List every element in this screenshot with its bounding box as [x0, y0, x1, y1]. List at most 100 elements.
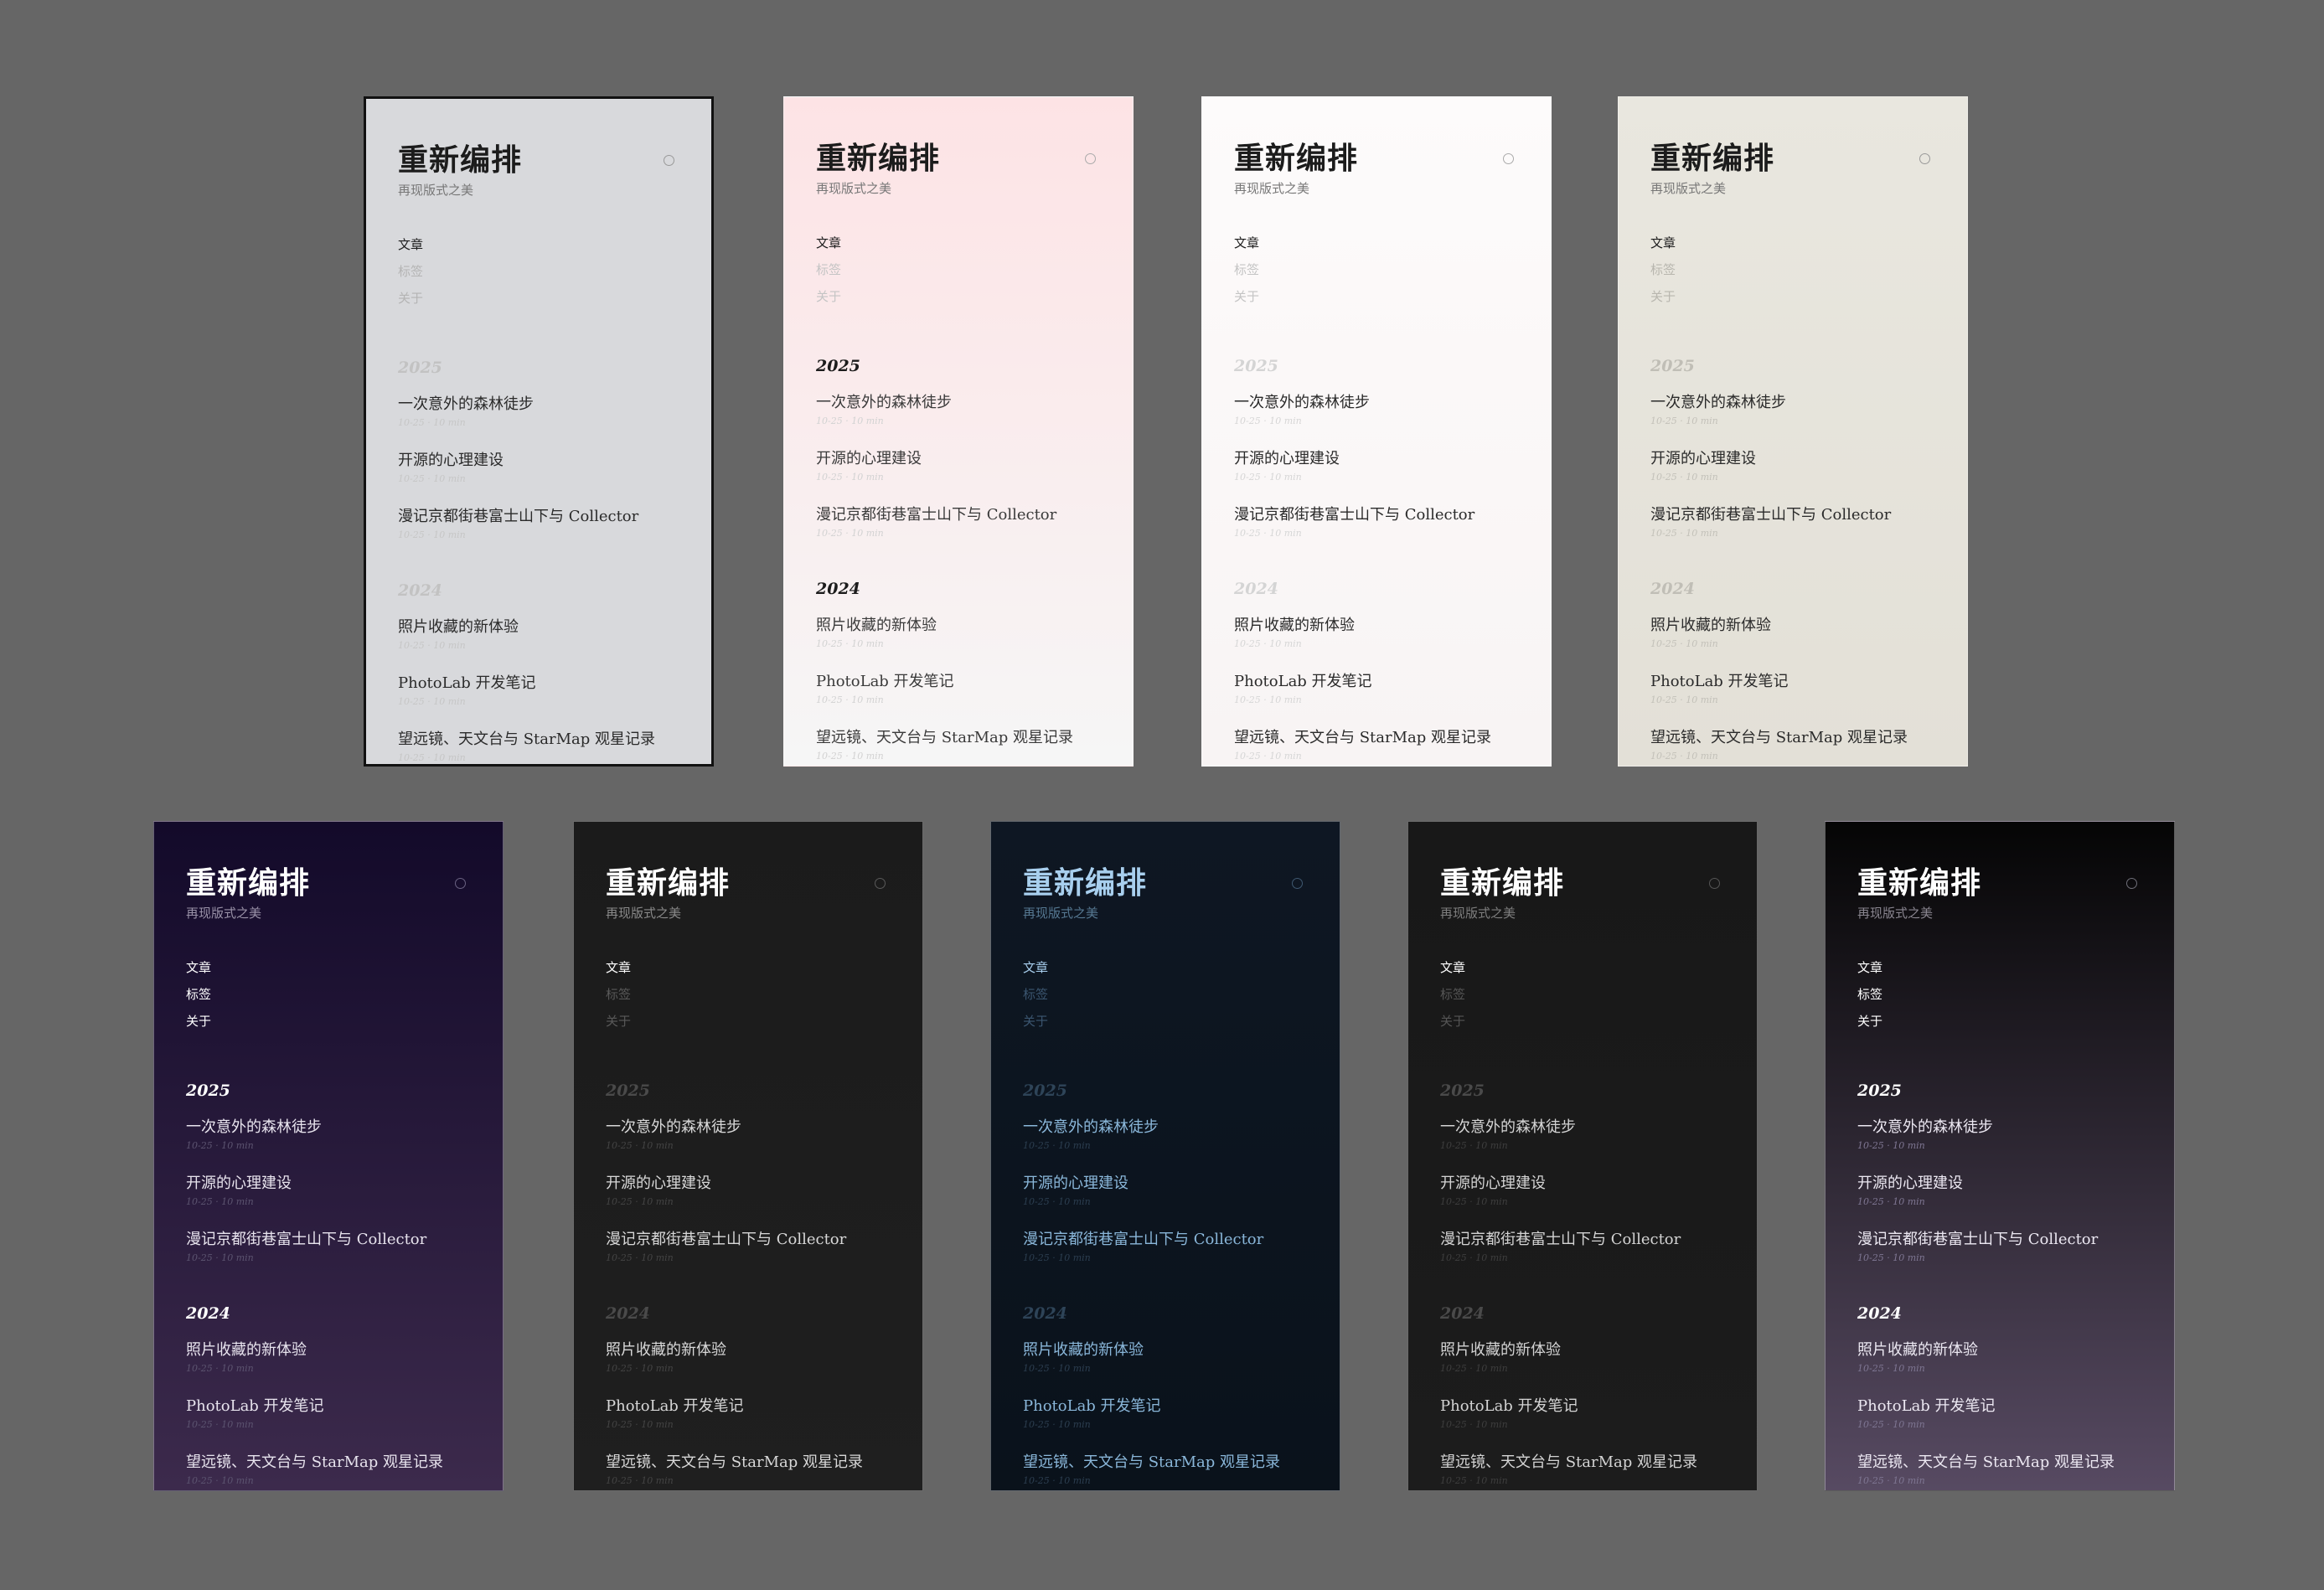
nav-item-articles[interactable]: 文章 — [1440, 954, 1465, 981]
post-title[interactable]: 一次意外的森林徒步 — [398, 392, 679, 414]
post-title[interactable]: 照片收藏的新体验 — [1023, 1338, 1308, 1360]
post-title[interactable]: 开源的心理建设 — [398, 448, 679, 470]
nav-item-articles[interactable]: 文章 — [186, 954, 211, 981]
post-item[interactable]: PhotoLab 开发笔记 10-25 · 10 min — [1857, 1394, 2142, 1430]
post-item[interactable]: 望远镜、天文台与 StarMap 观星记录 10-25 · 10 min — [1857, 1450, 2142, 1486]
post-item[interactable]: 漫记京都街巷富士山下与 Collector 10-25 · 10 min — [186, 1227, 471, 1263]
post-item[interactable]: 照片收藏的新体验 10-25 · 10 min — [1857, 1338, 2142, 1374]
post-item[interactable]: 望远镜、天文台与 StarMap 观星记录 10-25 · 10 min — [186, 1450, 471, 1486]
nav-item-tags[interactable]: 标签 — [606, 981, 631, 1008]
post-title[interactable]: 开源的心理建设 — [186, 1171, 471, 1193]
nav-item-about[interactable]: 关于 — [1023, 1008, 1048, 1035]
post-title[interactable]: 漫记京都街巷富士山下与 Collector — [1440, 1227, 1725, 1249]
post-item[interactable]: 望远镜、天文台与 StarMap 观星记录 10-25 · 10 min — [1234, 725, 1519, 761]
post-item[interactable]: 开源的心理建设 10-25 · 10 min — [816, 447, 1101, 483]
theme-card-navy[interactable]: 重新编排 再现版式之美 文章 标签 关于 2025 一次意外的森林徒步 10-2… — [990, 821, 1340, 1491]
post-item[interactable]: 开源的心理建设 10-25 · 10 min — [1234, 447, 1519, 483]
post-title[interactable]: 漫记京都街巷富士山下与 Collector — [1234, 503, 1519, 524]
nav-item-about[interactable]: 关于 — [816, 283, 841, 310]
post-title[interactable]: PhotoLab 开发笔记 — [1857, 1394, 2142, 1416]
post-title[interactable]: 望远镜、天文台与 StarMap 观星记录 — [606, 1450, 891, 1472]
theme-card-purple[interactable]: 重新编排 再现版式之美 文章 标签 关于 2025 一次意外的森林徒步 10-2… — [153, 821, 504, 1491]
post-item[interactable]: 一次意外的森林徒步 10-25 · 10 min — [398, 392, 679, 428]
theme-card-beige[interactable]: 重新编排 再现版式之美 文章 标签 关于 2025 一次意外的森林徒步 10-2… — [1618, 96, 1968, 767]
post-title[interactable]: 望远镜、天文台与 StarMap 观星记录 — [816, 725, 1101, 747]
post-title[interactable]: 一次意外的森林徒步 — [186, 1115, 471, 1137]
post-title[interactable]: 漫记京都街巷富士山下与 Collector — [606, 1227, 891, 1249]
site-title[interactable]: 重新编排 — [816, 134, 940, 178]
theme-card-dusk[interactable]: 重新编排 再现版式之美 文章 标签 关于 2025 一次意外的森林徒步 10-2… — [1825, 821, 2175, 1491]
post-item[interactable]: 照片收藏的新体验 10-25 · 10 min — [186, 1338, 471, 1374]
post-title[interactable]: 照片收藏的新体验 — [1857, 1338, 2142, 1360]
post-title[interactable]: PhotoLab 开发笔记 — [1440, 1394, 1725, 1416]
nav-item-tags[interactable]: 标签 — [1650, 256, 1676, 283]
post-item[interactable]: 漫记京都街巷富士山下与 Collector 10-25 · 10 min — [816, 503, 1101, 539]
nav-item-articles[interactable]: 文章 — [1857, 954, 1882, 981]
post-title[interactable]: 开源的心理建设 — [1234, 447, 1519, 468]
nav-item-articles[interactable]: 文章 — [398, 231, 423, 258]
post-title[interactable]: 照片收藏的新体验 — [1234, 613, 1519, 635]
post-title[interactable]: 一次意外的森林徒步 — [1023, 1115, 1308, 1137]
post-title[interactable]: 开源的心理建设 — [1023, 1171, 1308, 1193]
post-item[interactable]: 照片收藏的新体验 10-25 · 10 min — [606, 1338, 891, 1374]
site-title[interactable]: 重新编排 — [1857, 859, 1981, 902]
post-title[interactable]: 望远镜、天文台与 StarMap 观星记录 — [1857, 1450, 2142, 1472]
theme-toggle-icon[interactable] — [1919, 153, 1930, 164]
post-title[interactable]: 望远镜、天文台与 StarMap 观星记录 — [1440, 1450, 1725, 1472]
post-title[interactable]: 照片收藏的新体验 — [816, 613, 1101, 635]
post-item[interactable]: 一次意外的森林徒步 10-25 · 10 min — [1857, 1115, 2142, 1151]
post-title[interactable]: PhotoLab 开发笔记 — [1023, 1394, 1308, 1416]
post-item[interactable]: 漫记京都街巷富士山下与 Collector 10-25 · 10 min — [606, 1227, 891, 1263]
post-title[interactable]: 一次意外的森林徒步 — [816, 390, 1101, 412]
site-title[interactable]: 重新编排 — [1440, 859, 1564, 902]
nav-item-articles[interactable]: 文章 — [816, 230, 841, 256]
nav-item-about[interactable]: 关于 — [186, 1008, 211, 1035]
theme-toggle-icon[interactable] — [1085, 153, 1096, 164]
post-title[interactable]: 漫记京都街巷富士山下与 Collector — [1857, 1227, 2142, 1249]
post-title[interactable]: 望远镜、天文台与 StarMap 观星记录 — [1234, 725, 1519, 747]
post-title[interactable]: 漫记京都街巷富士山下与 Collector — [398, 504, 679, 526]
theme-toggle-icon[interactable] — [664, 155, 674, 166]
post-title[interactable]: 望远镜、天文台与 StarMap 观星记录 — [186, 1450, 471, 1472]
post-item[interactable]: 望远镜、天文台与 StarMap 观星记录 10-25 · 10 min — [398, 727, 679, 763]
post-title[interactable]: 漫记京都街巷富士山下与 Collector — [816, 503, 1101, 524]
nav-item-tags[interactable]: 标签 — [398, 258, 423, 285]
post-title[interactable]: PhotoLab 开发笔记 — [398, 671, 679, 693]
post-item[interactable]: 开源的心理建设 10-25 · 10 min — [1650, 447, 1935, 483]
post-title[interactable]: 望远镜、天文台与 StarMap 观星记录 — [1023, 1450, 1308, 1472]
post-item[interactable]: 望远镜、天文台与 StarMap 观星记录 10-25 · 10 min — [1440, 1450, 1725, 1486]
theme-card-white[interactable]: 重新编排 再现版式之美 文章 标签 关于 2025 一次意外的森林徒步 10-2… — [1201, 96, 1552, 767]
post-title[interactable]: 照片收藏的新体验 — [186, 1338, 471, 1360]
theme-toggle-icon[interactable] — [1503, 153, 1514, 164]
site-title[interactable]: 重新编排 — [398, 136, 522, 179]
theme-card-gray[interactable]: 重新编排 再现版式之美 文章 标签 关于 2025 一次意外的森林徒步 10-2… — [364, 96, 714, 767]
nav-item-about[interactable]: 关于 — [1857, 1008, 1882, 1035]
theme-card-rose[interactable]: 重新编排 再现版式之美 文章 标签 关于 2025 一次意外的森林徒步 10-2… — [783, 96, 1134, 767]
post-item[interactable]: PhotoLab 开发笔记 10-25 · 10 min — [1234, 669, 1519, 705]
nav-item-tags[interactable]: 标签 — [1440, 981, 1465, 1008]
post-item[interactable]: 照片收藏的新体验 10-25 · 10 min — [816, 613, 1101, 649]
post-item[interactable]: PhotoLab 开发笔记 10-25 · 10 min — [606, 1394, 891, 1430]
theme-toggle-icon[interactable] — [1292, 878, 1303, 889]
post-item[interactable]: PhotoLab 开发笔记 10-25 · 10 min — [186, 1394, 471, 1430]
post-item[interactable]: 漫记京都街巷富士山下与 Collector 10-25 · 10 min — [1234, 503, 1519, 539]
post-title[interactable]: PhotoLab 开发笔记 — [1234, 669, 1519, 691]
post-title[interactable]: 漫记京都街巷富士山下与 Collector — [1650, 503, 1935, 524]
nav-item-about[interactable]: 关于 — [1650, 283, 1676, 310]
post-item[interactable]: 照片收藏的新体验 10-25 · 10 min — [398, 615, 679, 651]
theme-card-charcoal[interactable]: 重新编排 再现版式之美 文章 标签 关于 2025 一次意外的森林徒步 10-2… — [573, 821, 923, 1491]
post-item[interactable]: PhotoLab 开发笔记 10-25 · 10 min — [1650, 669, 1935, 705]
post-title[interactable]: 照片收藏的新体验 — [1650, 613, 1935, 635]
post-item[interactable]: 望远镜、天文台与 StarMap 观星记录 10-25 · 10 min — [1650, 725, 1935, 761]
nav-item-about[interactable]: 关于 — [1234, 283, 1259, 310]
post-title[interactable]: PhotoLab 开发笔记 — [1650, 669, 1935, 691]
post-item[interactable]: 开源的心理建设 10-25 · 10 min — [1023, 1171, 1308, 1207]
post-title[interactable]: 望远镜、天文台与 StarMap 观星记录 — [1650, 725, 1935, 747]
nav-item-articles[interactable]: 文章 — [606, 954, 631, 981]
theme-toggle-icon[interactable] — [455, 878, 466, 889]
post-item[interactable]: 望远镜、天文台与 StarMap 观星记录 10-25 · 10 min — [816, 725, 1101, 761]
site-title[interactable]: 重新编排 — [606, 859, 730, 902]
post-item[interactable]: PhotoLab 开发笔记 10-25 · 10 min — [1023, 1394, 1308, 1430]
post-title[interactable]: PhotoLab 开发笔记 — [606, 1394, 891, 1416]
post-title[interactable]: 照片收藏的新体验 — [1440, 1338, 1725, 1360]
